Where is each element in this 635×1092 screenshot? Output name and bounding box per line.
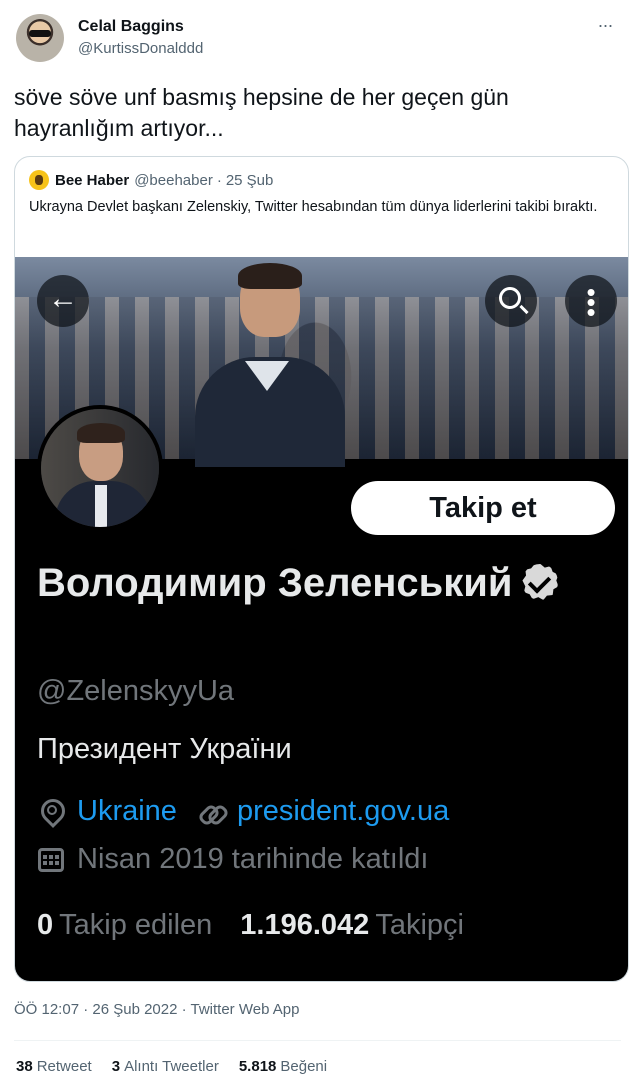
link-icon: [197, 798, 225, 826]
following-label[interactable]: Takip edilen: [59, 909, 212, 942]
separator-dot: ·: [216, 171, 222, 189]
profile-meta-location-website: Ukraine president.gov.ua: [37, 795, 449, 828]
retweet-count[interactable]: 38: [16, 1058, 33, 1075]
quoted-avatar[interactable]: [29, 170, 49, 190]
like-label[interactable]: Beğeni: [280, 1058, 327, 1075]
quote-label[interactable]: Alıntı Tweetler: [124, 1058, 219, 1075]
engagement-stats: 38 Retweet 3 Alıntı Tweetler 5.818 Beğen…: [16, 1058, 347, 1075]
verified-icon: [522, 564, 558, 600]
back-arrow-icon[interactable]: ←: [37, 275, 89, 327]
profile-joined: Nisan 2019 tarihinde katıldı: [77, 843, 429, 875]
followers-count[interactable]: 1.196.042: [240, 909, 369, 942]
profile-stats: 0 Takip edilen 1.196.042 Takipçi: [37, 909, 492, 942]
profile-avatar[interactable]: [37, 405, 163, 531]
followers-label[interactable]: Takipçi: [375, 909, 464, 942]
profile-name: Володимир Зеленський: [37, 555, 597, 611]
following-count[interactable]: 0: [37, 909, 53, 942]
profile-name-text: Володимир Зеленський: [37, 561, 513, 605]
author-handle[interactable]: @KurtissDonalddd: [78, 40, 203, 57]
search-icon[interactable]: [485, 275, 537, 327]
tweet-timestamp[interactable]: ÖÖ 12:07 · 26 Şub 2022 · Twitter Web App: [14, 1001, 299, 1018]
location-pin-icon: [37, 798, 65, 826]
profile-website[interactable]: president.gov.ua: [237, 795, 449, 828]
quoted-handle: @beehaber: [134, 171, 213, 189]
quoted-tweet-header: Bee Haber @beehaber · 25 Şub: [29, 169, 273, 191]
quote-count[interactable]: 3: [112, 1058, 120, 1075]
tweet-text: söve söve unf basmış hepsine de her geçe…: [14, 84, 509, 141]
divider: [14, 1040, 621, 1041]
profile-bio: Президент України: [37, 733, 292, 765]
profile-handle: @ZelenskyyUa: [37, 675, 235, 707]
tweet-header: Celal Baggins @KurtissDonalddd ···: [14, 12, 621, 68]
follow-button[interactable]: Takip et: [351, 481, 615, 535]
calendar-icon: [37, 846, 65, 874]
profile-location[interactable]: Ukraine: [77, 795, 177, 828]
author-avatar[interactable]: [16, 14, 64, 62]
quoted-date[interactable]: 25 Şub: [226, 172, 274, 189]
profile-screenshot[interactable]: ← • • • Takip et Володимир Зеленський @Zel…: [15, 257, 628, 981]
like-count[interactable]: 5.818: [239, 1058, 277, 1075]
quoted-tweet[interactable]: Bee Haber @beehaber · 25 Şub Ukrayna Dev…: [14, 156, 629, 982]
more-icon[interactable]: ···: [593, 16, 617, 42]
quoted-text: Ukrayna Devlet başkanı Zelenskiy, Twitte…: [29, 199, 598, 215]
quoted-name[interactable]: Bee Haber: [55, 172, 129, 189]
author-name[interactable]: Celal Baggins: [78, 18, 184, 36]
more-vertical-icon[interactable]: • • •: [565, 275, 617, 327]
profile-meta-joined: Nisan 2019 tarihinde katıldı: [37, 843, 428, 876]
retweet-label[interactable]: Retweet: [37, 1058, 92, 1075]
